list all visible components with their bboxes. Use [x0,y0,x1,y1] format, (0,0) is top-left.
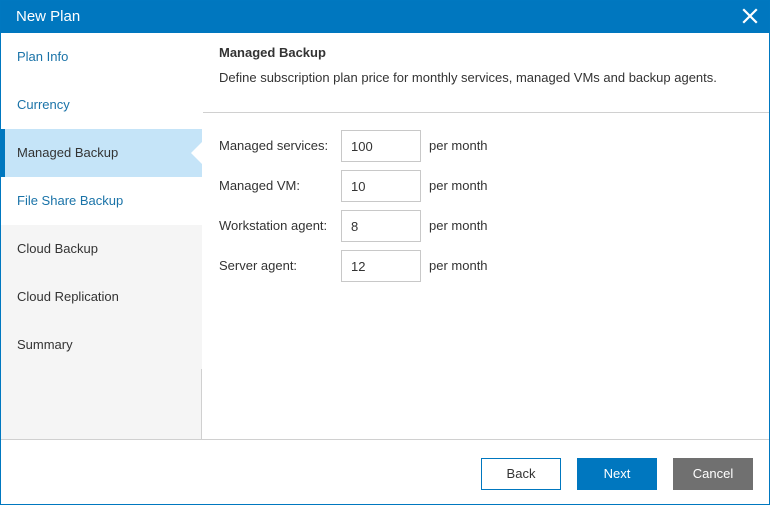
unit-label: per month [429,178,488,193]
unit-label: per month [429,138,488,153]
step-title: Managed Backup [219,45,326,60]
sidebar-item-label: Plan Info [17,49,69,64]
workstation-agent-input[interactable] [341,210,421,242]
wizard-steps-sidebar: Plan Info Currency Managed Backup File S… [1,33,203,439]
sidebar-item-label: Currency [17,97,70,112]
sidebar-item-label: Cloud Replication [17,289,119,304]
cancel-button[interactable]: Cancel [673,458,753,490]
server-agent-input[interactable] [341,250,421,282]
back-button[interactable]: Back [481,458,561,490]
sidebar-item-label: File Share Backup [17,193,124,208]
sidebar-item-managed-backup[interactable]: Managed Backup [1,129,203,177]
sidebar-item-file-share-backup[interactable]: File Share Backup [1,177,202,225]
unit-label: per month [429,218,488,233]
sidebar-item-label: Managed Backup [17,145,119,160]
unit-label: per month [429,258,488,273]
step-header: Managed Backup Define subscription plan … [203,33,769,113]
sidebar-item-summary: Summary [1,321,202,369]
sidebar-item-label: Summary [17,337,73,352]
managed-services-input[interactable] [341,130,421,162]
step-description: Define subscription plan price for month… [219,70,717,85]
dialog-footer: Back Next Cancel [1,439,769,504]
field-label: Workstation agent: [219,218,328,233]
dialog-title: New Plan [16,8,81,25]
sidebar-item-label: Cloud Backup [17,241,98,256]
sidebar-item-currency[interactable]: Currency [1,81,202,129]
close-icon[interactable] [741,7,759,25]
sidebar-item-cloud-backup: Cloud Backup [1,225,202,273]
sidebar-item-plan-info[interactable]: Plan Info [1,33,202,81]
field-label: Managed VM: [219,178,300,193]
new-plan-dialog: New Plan Plan Info Currency Managed Back… [0,0,770,505]
title-bar: New Plan [1,1,769,33]
managed-vm-input[interactable] [341,170,421,202]
next-button[interactable]: Next [577,458,657,490]
field-label: Server agent: [219,258,298,273]
field-label: Managed services: [219,138,329,153]
active-step-pointer [191,141,203,165]
sidebar-item-cloud-replication: Cloud Replication [1,273,202,321]
